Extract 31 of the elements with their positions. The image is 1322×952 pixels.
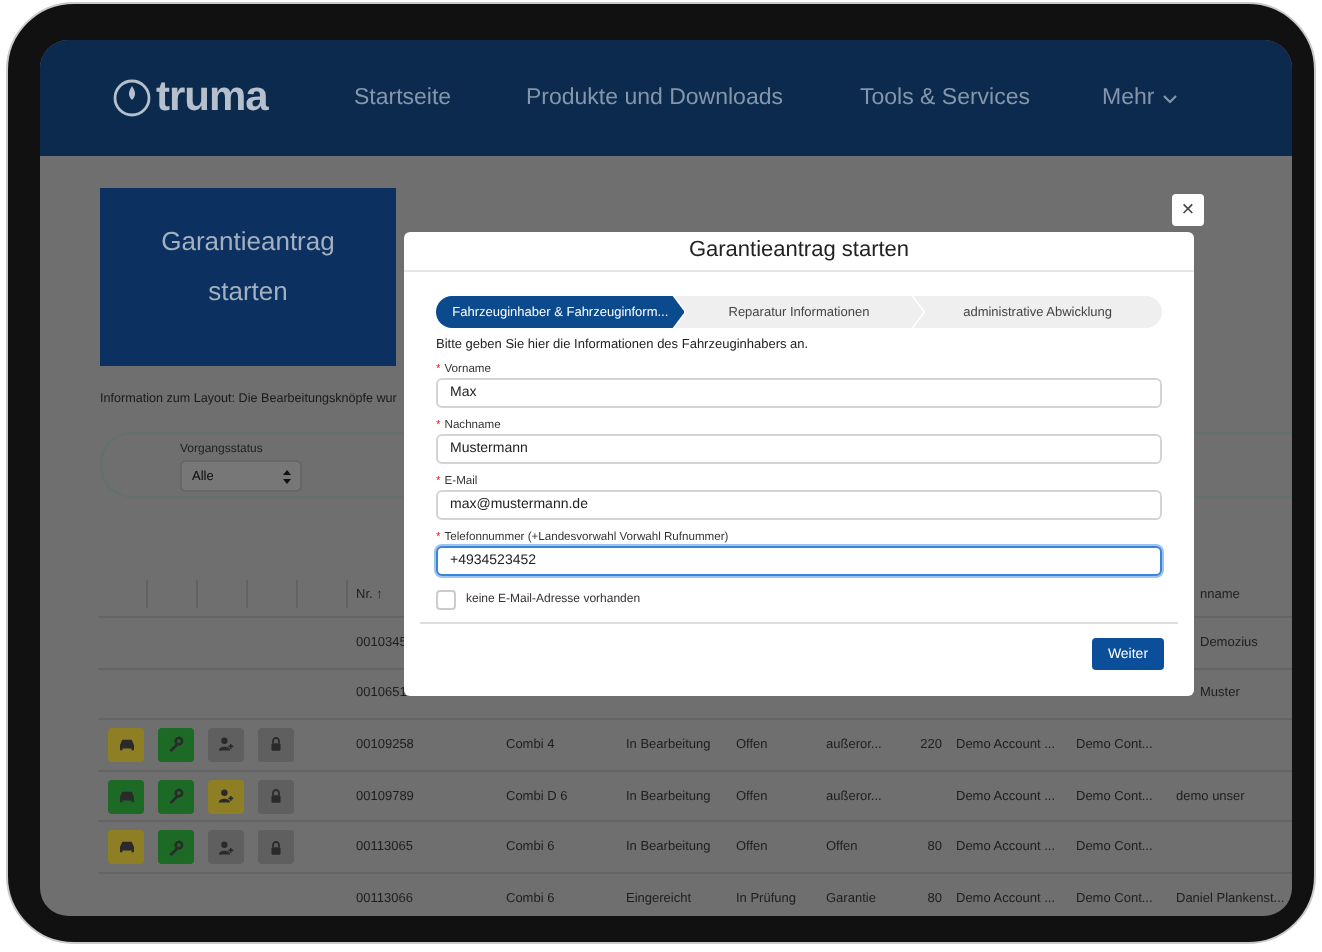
hero-card[interactable]: Garantieantrag starten (100, 188, 396, 366)
lock-icon (270, 839, 282, 856)
lock-icon (270, 788, 282, 805)
up-down-arrows-icon (282, 467, 292, 485)
car-button[interactable] (108, 727, 144, 762)
car-button[interactable] (108, 830, 144, 865)
checkbox[interactable] (436, 590, 456, 610)
person-button[interactable] (208, 830, 244, 865)
logo-wordmark[interactable]: truma (156, 74, 268, 122)
nav-link[interactable]: Produkte und Downloads (526, 86, 860, 110)
car-button[interactable] (108, 779, 144, 814)
hero-title: Garantieantrag starten (161, 226, 335, 306)
car-icon (117, 840, 135, 855)
nav-link[interactable]: Tools & Services (860, 86, 1102, 110)
flame-logo-icon (112, 78, 152, 118)
nav-link[interactable]: Startseite (354, 86, 526, 110)
lock-button[interactable] (258, 830, 294, 865)
close-button[interactable]: × (1172, 194, 1204, 226)
person-button[interactable] (208, 779, 244, 814)
chevron-down-icon (1162, 93, 1179, 103)
car-icon (117, 789, 135, 804)
lock-icon (270, 736, 282, 753)
person-button[interactable] (208, 727, 244, 762)
person-icon (218, 839, 234, 856)
lock-button[interactable] (258, 779, 294, 814)
lock-button[interactable] (258, 727, 294, 762)
person-icon (218, 788, 234, 805)
car-icon (117, 737, 135, 752)
modal-title: Garantieantrag starten (404, 232, 1194, 272)
nav-link[interactable]: Mehr (1102, 86, 1179, 110)
person-icon (218, 736, 234, 753)
